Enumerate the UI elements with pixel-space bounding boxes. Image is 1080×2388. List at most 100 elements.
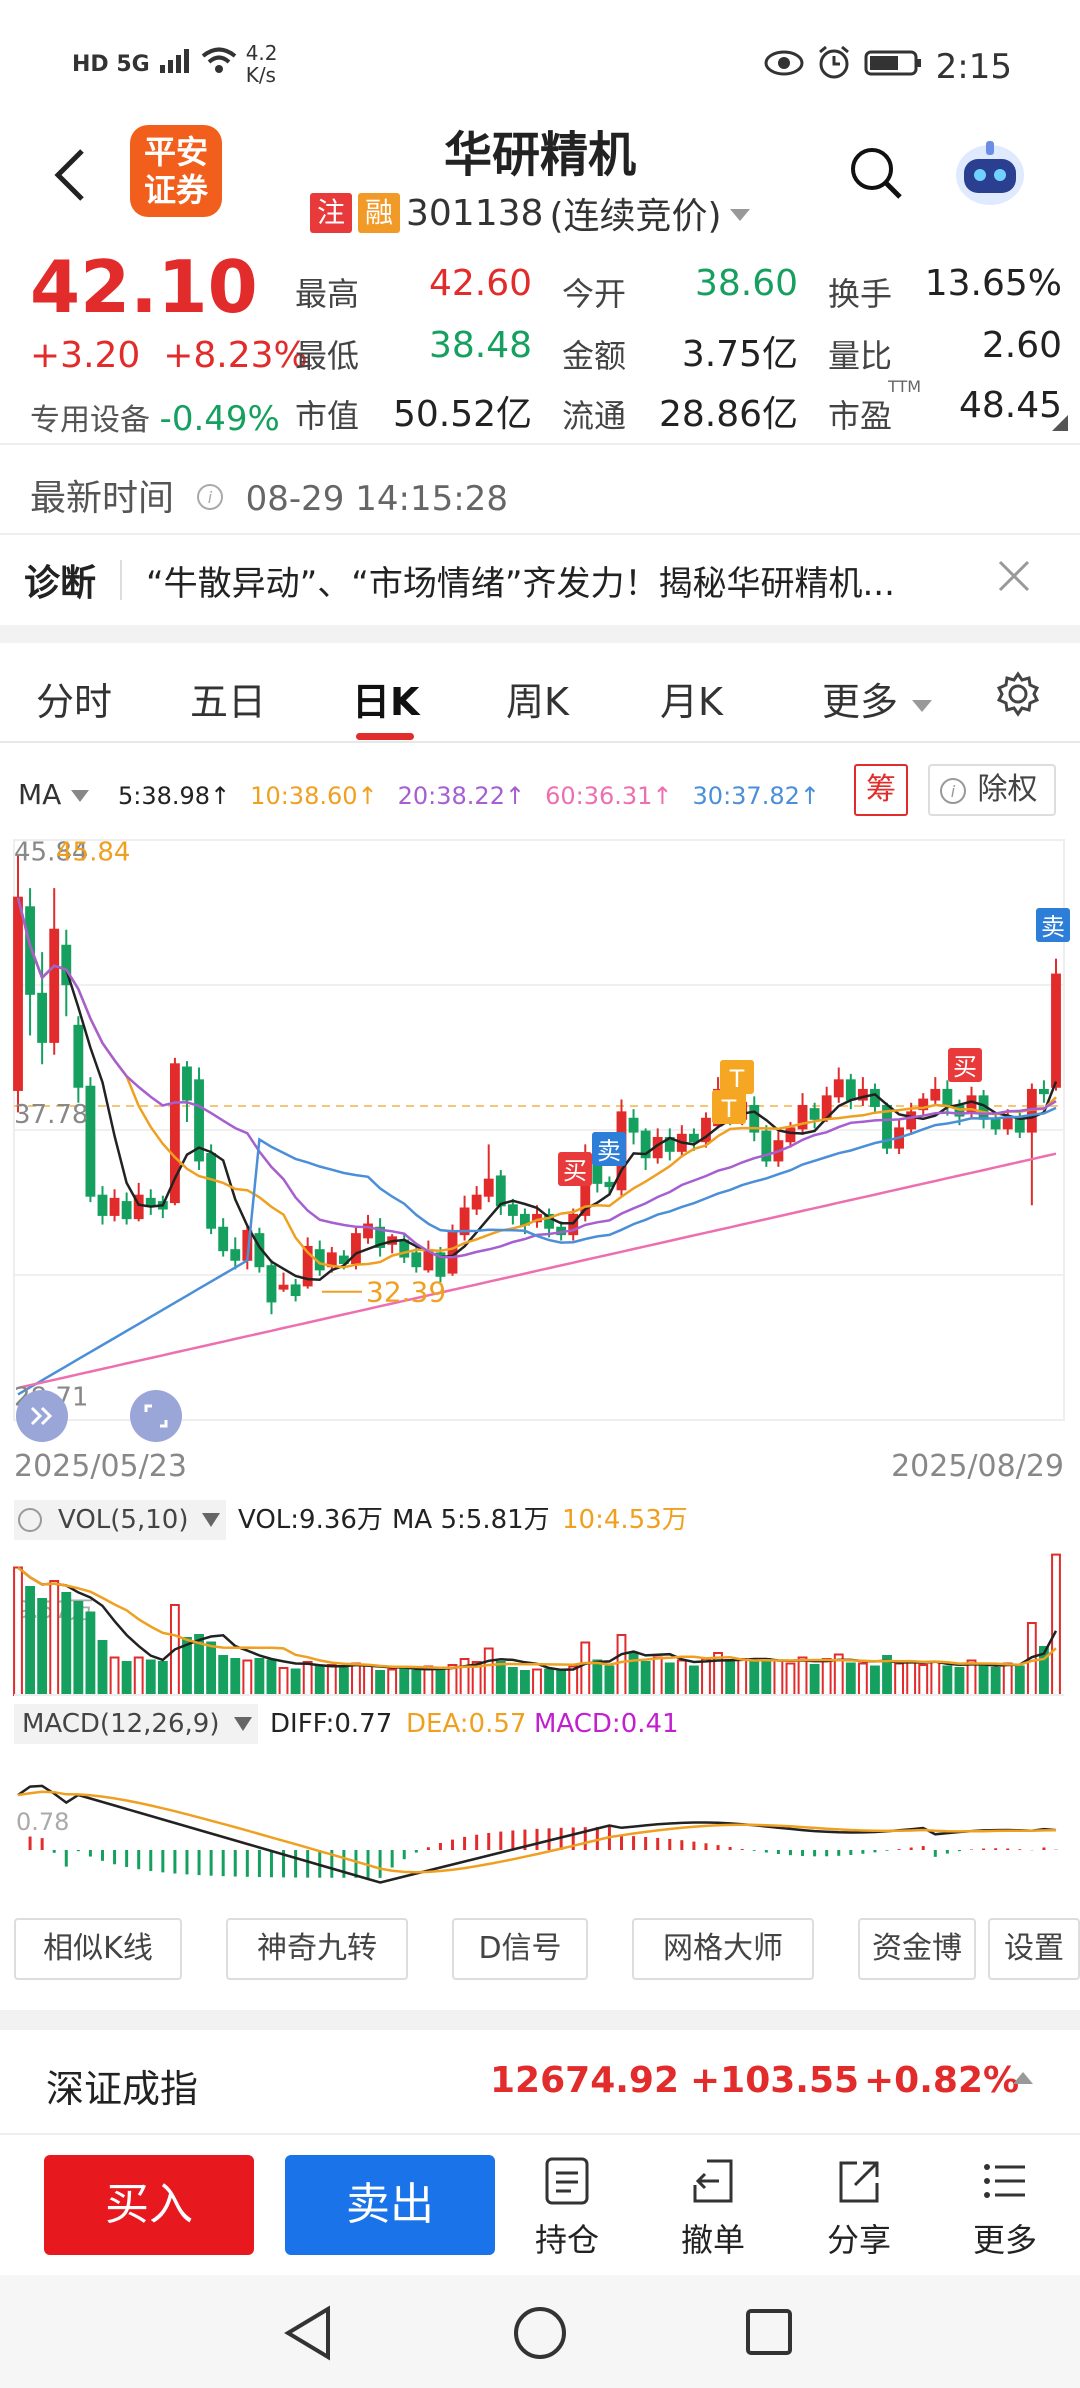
clock-time: 2:15 [935, 46, 1012, 87]
battery-icon [864, 47, 924, 87]
tab-weekly-k[interactable]: 周K [506, 671, 569, 726]
volume-bar [459, 1658, 470, 1696]
kline-chart-area[interactable]: 45.8445.8437.7828.7132.39买卖TT买卖2025/05/2… [0, 820, 1080, 1915]
square-recents-icon [746, 2309, 792, 2355]
macd-diff: DIFF:0.77 [270, 1709, 392, 1739]
vol-ma5: MA 5:5.81万 [392, 1505, 550, 1535]
svg-text:i: i [951, 782, 956, 801]
tab-intraday[interactable]: 分时 [36, 671, 112, 726]
ex-rights-button[interactable]: i 除权 [928, 764, 1056, 816]
volume-bar [363, 1664, 373, 1696]
volume-bar [206, 1641, 217, 1696]
fund-game-button[interactable]: 资金博 [858, 1918, 976, 1980]
ma-value: 5:38.98↑ [118, 782, 231, 810]
chip-distribution-button[interactable]: 筹 [854, 764, 908, 816]
svg-text:i: i [208, 488, 213, 507]
change-percent: +8.23% [163, 335, 308, 376]
settings-button[interactable] [995, 671, 1041, 721]
positions-button[interactable]: 持仓 [517, 2155, 617, 2261]
quote-field-label: 流通 [562, 397, 627, 435]
grid-master-button[interactable]: 网格大师 [632, 1918, 814, 1980]
volume-bar [435, 1668, 446, 1696]
buy-button[interactable]: 买入 [44, 2155, 254, 2255]
volume-bar [375, 1670, 386, 1696]
candle-body-fill [1052, 974, 1060, 1087]
nav-recents-button[interactable] [744, 2307, 794, 2361]
candle-body [121, 1201, 132, 1220]
volume-bar [387, 1668, 398, 1696]
quote-field-label: 金额 [562, 337, 627, 375]
volume-bar [785, 1662, 796, 1696]
similar-kline-button[interactable]: 相似K线 [14, 1918, 182, 1980]
price-mid-label: 37.78 [14, 1100, 88, 1130]
candle-body [688, 1133, 699, 1143]
d-signal-button[interactable]: D信号 [452, 1918, 588, 1980]
fullscreen-button [130, 1390, 182, 1442]
candle-body-fill [931, 1089, 940, 1100]
corner-triangle-icon [1050, 413, 1070, 437]
robot-icon [956, 141, 1024, 205]
volume-bar [701, 1658, 711, 1696]
tab-more[interactable]: 更多 [822, 671, 934, 726]
gear-icon [996, 671, 1040, 717]
chart-tools-row: 相似K线 神奇九转 D信号 网格大师 资金博 设置 [0, 1918, 1080, 1988]
diagnosis-banner[interactable]: 诊断 “牛散异动”、“市场情绪”齐发力！揭秘华研精机... [0, 535, 1080, 625]
volume-bar [918, 1664, 929, 1696]
more-button[interactable]: 更多 [955, 2155, 1055, 2261]
tab-five-day[interactable]: 五日 [190, 671, 266, 726]
volume-bar [737, 1658, 748, 1696]
assistant-robot-button[interactable] [952, 135, 1028, 211]
volume-bar [749, 1661, 760, 1696]
volume-bar [326, 1664, 337, 1696]
candle-body [97, 1194, 108, 1216]
magic-nine-button[interactable]: 神奇九转 [226, 1918, 408, 1980]
volume-bar [97, 1640, 108, 1696]
macd-dea: DEA:0.57 [406, 1709, 526, 1739]
volume-bar [556, 1670, 567, 1696]
circle-home-icon [514, 2307, 566, 2359]
ex-rights-label: 除权 [977, 772, 1038, 807]
search-button[interactable] [848, 145, 904, 205]
quote-field-value: 13.65% [924, 263, 1062, 304]
search-icon [851, 148, 902, 199]
action-bar: 买入 卖出 持仓 撤单 分享 更多 [0, 2135, 1080, 2275]
system-nav-bar [0, 2275, 1080, 2388]
index-ticker[interactable]: 深证成指 12674.92 +103.55 +0.82% [0, 2030, 1080, 2135]
sector-line[interactable]: 专用设备 -0.49% [30, 395, 280, 439]
tab-daily-k[interactable]: 日K [352, 671, 419, 726]
candle-body [845, 1079, 856, 1101]
candle-body [942, 1088, 953, 1107]
volume-bar [254, 1658, 265, 1696]
candle-body-fill [50, 929, 59, 1042]
volume-bar [532, 1668, 542, 1696]
sector-name: 专用设备 [30, 403, 150, 438]
ma-values: 5:38.98↑ 10:38.60↑ 20:38.22↑ 60:36.31↑ 30:37… [118, 782, 820, 810]
alarm-icon [816, 44, 852, 89]
candle-body-fill [907, 1112, 916, 1129]
sell-button[interactable]: 卖出 [285, 2155, 495, 2255]
ma-value: 30:37.82↑ [692, 782, 820, 810]
candle-body-fill [448, 1230, 457, 1273]
tab-monthly-k[interactable]: 月K [660, 671, 723, 726]
volume-bar [145, 1659, 156, 1696]
volume-bar [351, 1662, 361, 1696]
ttm-label: TTM [888, 377, 922, 396]
share-button[interactable]: 分享 [809, 2155, 909, 2261]
quote-field-label: 量比 [828, 337, 893, 375]
date-end-label: 2025/08/29 [891, 1449, 1064, 1484]
nav-back-button[interactable] [282, 2305, 334, 2365]
status-right: 2:15 [764, 44, 1012, 89]
ma-selector[interactable]: MA [18, 778, 90, 811]
tools-settings-button[interactable]: 设置 [988, 1918, 1080, 1980]
quote-field-label: 市值 [295, 397, 360, 435]
close-icon[interactable] [996, 558, 1032, 603]
volume-bar [49, 1580, 60, 1696]
cancel-order-button[interactable]: 撤单 [663, 2155, 763, 2261]
ma-value: 60:36.31↑ [545, 782, 673, 810]
info-icon[interactable]: i [195, 481, 225, 521]
nav-home-button[interactable] [512, 2305, 568, 2365]
volume-bar [399, 1667, 410, 1696]
stock-header: 平安 证券 华研精机 注 融 301138 (连续竞价) [0, 105, 1080, 245]
stock-code-line[interactable]: 注 融 301138 (连续竞价) [310, 187, 752, 239]
volume-bar [640, 1661, 651, 1696]
